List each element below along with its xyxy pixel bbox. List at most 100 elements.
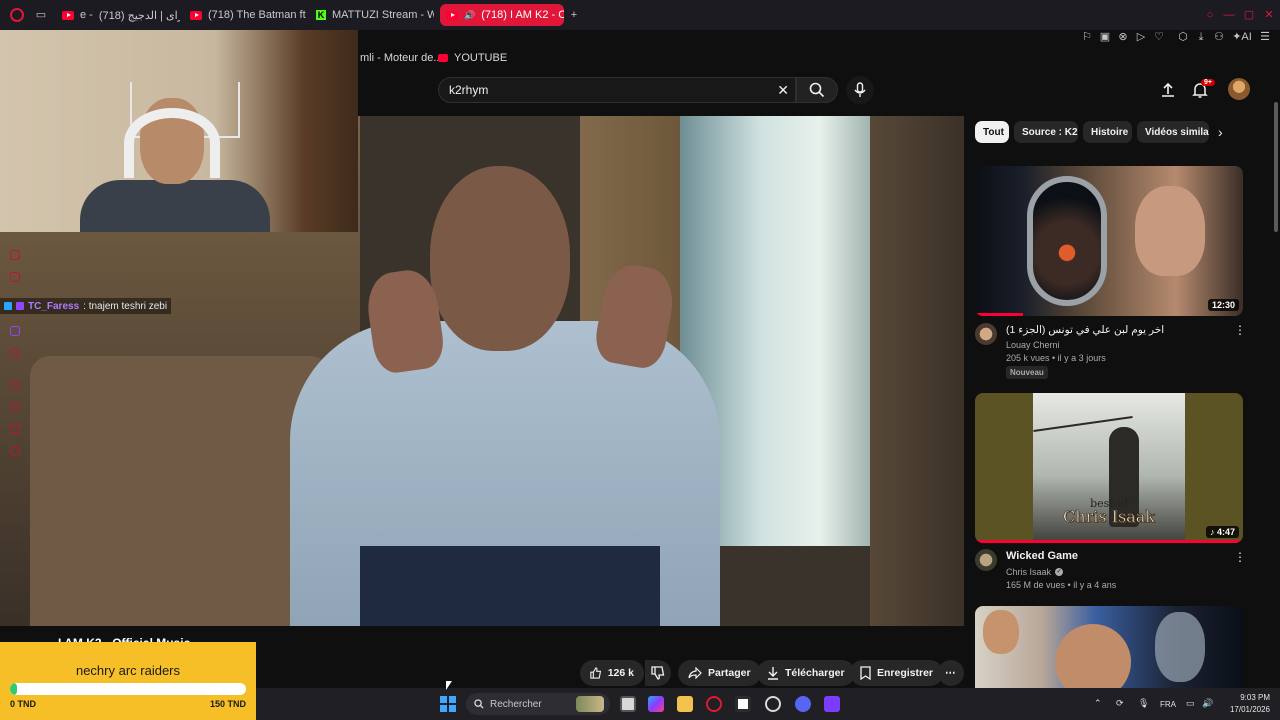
heart-icon[interactable]: ♡	[1152, 30, 1166, 44]
close-window-icon[interactable]: ✕	[1262, 8, 1276, 22]
bookmark-youtube[interactable]: YOUTUBE	[438, 52, 507, 64]
adblock-icon[interactable]: ⊗	[1116, 30, 1130, 44]
thumb-face	[1135, 186, 1205, 276]
microphone-icon[interactable]: 🎙	[1138, 698, 1149, 709]
taskbar-clock[interactable]: 9:03 PM 17/01/2026	[1222, 692, 1270, 716]
recommendation-channel[interactable]: Louay Cherni	[1006, 340, 1060, 350]
youtube-icon	[446, 10, 458, 20]
extensions-icon[interactable]: ⬡	[1176, 30, 1190, 44]
chip-source-k2[interactable]: Source : K2	[1014, 121, 1078, 143]
downloads-icon[interactable]: ⤓	[1194, 30, 1208, 44]
microphone-icon	[854, 82, 866, 97]
chevron-right-icon[interactable]: ›	[1218, 124, 1223, 140]
sync-icon[interactable]: ⟳	[1116, 698, 1124, 709]
share-button[interactable]: Partager	[678, 660, 761, 686]
recommendation-title[interactable]: اخر يوم لبن علي في تونس (الجزء 1)	[1006, 324, 1164, 336]
bookmark-label: YOUTUBE	[454, 52, 508, 64]
snapshot-icon[interactable]: ▣	[1098, 30, 1112, 44]
recommendation-channel[interactable]: Chris Isaak ✓	[1006, 567, 1064, 577]
store-icon[interactable]	[735, 696, 751, 712]
task-view-icon[interactable]	[620, 696, 636, 712]
ai-icon[interactable]: ✦AI	[1232, 30, 1252, 44]
clock-time: 9:03 PM	[1240, 693, 1270, 702]
channel-name: Chris Isaak	[1006, 567, 1052, 577]
channel-avatar[interactable]	[975, 323, 997, 345]
account-icon[interactable]: ⚇	[1212, 30, 1226, 44]
windows-start-icon[interactable]	[440, 696, 456, 712]
dislike-button[interactable]	[645, 660, 671, 686]
new-tab-button[interactable]: +	[567, 8, 581, 22]
download-button[interactable]: Télécharger	[757, 660, 855, 686]
opera-gx-icon[interactable]	[706, 696, 722, 712]
minimize-icon[interactable]: —	[1222, 8, 1236, 22]
scrollbar-thumb[interactable]	[1274, 102, 1278, 232]
thumb-face	[983, 610, 1019, 654]
stream-chat-message: TC_Faress : tnajem teshri zebi	[0, 298, 172, 314]
chip-histoire[interactable]: Histoire	[1083, 121, 1132, 143]
overlay-icon	[10, 424, 20, 434]
notifications-button[interactable]: 9+	[1192, 79, 1215, 104]
tab-kick-mattuzi[interactable]: K MATTUZI Stream - Watch	[310, 4, 434, 26]
search-input[interactable]	[449, 83, 769, 97]
search-button[interactable]	[796, 77, 838, 103]
menu-icon[interactable]: ☰	[1258, 30, 1272, 44]
goal-progress-fill	[10, 683, 18, 695]
copilot-icon[interactable]	[648, 696, 664, 712]
donation-goal: nechry arc raiders 0 TND 150 TND	[0, 642, 256, 720]
video-person-head	[430, 166, 570, 351]
user-avatar[interactable]	[1228, 78, 1250, 100]
taskbar-search-placeholder: Rechercher	[490, 698, 542, 710]
recommendation-thumbnail[interactable]: 12:30	[975, 166, 1243, 316]
video-person-pants	[360, 546, 660, 626]
download-icon	[768, 667, 778, 680]
notification-count-badge: 9+	[1201, 79, 1215, 86]
more-vertical-icon[interactable]: ⋮	[1234, 550, 1246, 564]
share-label: Partager	[708, 667, 751, 679]
steam-icon[interactable]	[765, 696, 781, 712]
like-button[interactable]: 126 k	[580, 660, 644, 686]
chevron-up-icon[interactable]: ⌃	[1094, 698, 1102, 709]
duration-value: 4:47	[1216, 527, 1235, 537]
tab-youtube-batman[interactable]: (718) The Batman ft. KxllS	[184, 4, 306, 26]
bookmark-icon[interactable]: ⚐	[1080, 30, 1094, 44]
maximize-icon[interactable]: ▢	[1242, 8, 1256, 22]
recommendation-thumbnail[interactable]	[975, 606, 1243, 688]
thumbs-up-icon	[590, 667, 602, 679]
save-button[interactable]: Enregistrer	[850, 660, 944, 686]
goal-progress-track	[10, 683, 246, 695]
language-indicator[interactable]: FRA	[1160, 700, 1176, 709]
chip-related[interactable]: Vidéos similai	[1137, 121, 1209, 143]
clear-search-icon[interactable]: ✕	[777, 82, 789, 99]
tab-label: (718) The Batman ft. KxllS	[208, 9, 306, 21]
tab-youtube-k2-active[interactable]: 🔊 (718) I AM K2 - Official	[440, 4, 564, 26]
display-icon[interactable]: ▭	[1186, 698, 1195, 709]
volume-icon[interactable]: 🔊	[1202, 698, 1213, 709]
voice-search-button[interactable]	[846, 76, 874, 104]
more-horizontal-icon: ⋯	[945, 667, 956, 679]
overlay-icon	[10, 380, 20, 390]
browser-tab-bar: ▭ e - السامورای | الدجيج (718) (718) The…	[0, 0, 1280, 30]
play-icon[interactable]: ▷	[1134, 30, 1148, 44]
mouse-cursor	[446, 681, 452, 690]
channel-avatar[interactable]	[975, 549, 997, 571]
upload-button[interactable]	[1160, 82, 1176, 103]
opera-logo-icon[interactable]	[10, 8, 24, 22]
history-icon	[10, 402, 20, 412]
more-actions-button[interactable]: ⋯	[938, 660, 964, 686]
app-grid-icon[interactable]	[824, 696, 840, 712]
recommendation-thumbnail[interactable]: best of Chris Isaak ♪ 4:47	[975, 393, 1243, 543]
taskbar-search[interactable]: Rechercher	[466, 693, 610, 715]
search-tabs-icon[interactable]: ○	[1203, 8, 1217, 22]
goal-title: nechry arc raiders	[75, 663, 181, 678]
thumb-text-bottom: Chris Isaak	[1063, 507, 1156, 527]
chip-all[interactable]: Tout	[975, 121, 1009, 143]
bookmark-moteur[interactable]: mli - Moteur de...	[360, 52, 443, 64]
page-scrollbar[interactable]	[1272, 72, 1280, 688]
recommendation-title[interactable]: Wicked Game	[1006, 550, 1078, 562]
tab-youtube-samurai[interactable]: e - السامورای | الدجيج (718)	[56, 4, 180, 26]
more-vertical-icon[interactable]: ⋮	[1234, 323, 1246, 337]
file-explorer-icon[interactable]	[677, 696, 693, 712]
streamer-webcam	[0, 30, 358, 232]
discord-icon[interactable]	[795, 696, 811, 712]
tab-overview-icon[interactable]: ▭	[34, 8, 48, 22]
